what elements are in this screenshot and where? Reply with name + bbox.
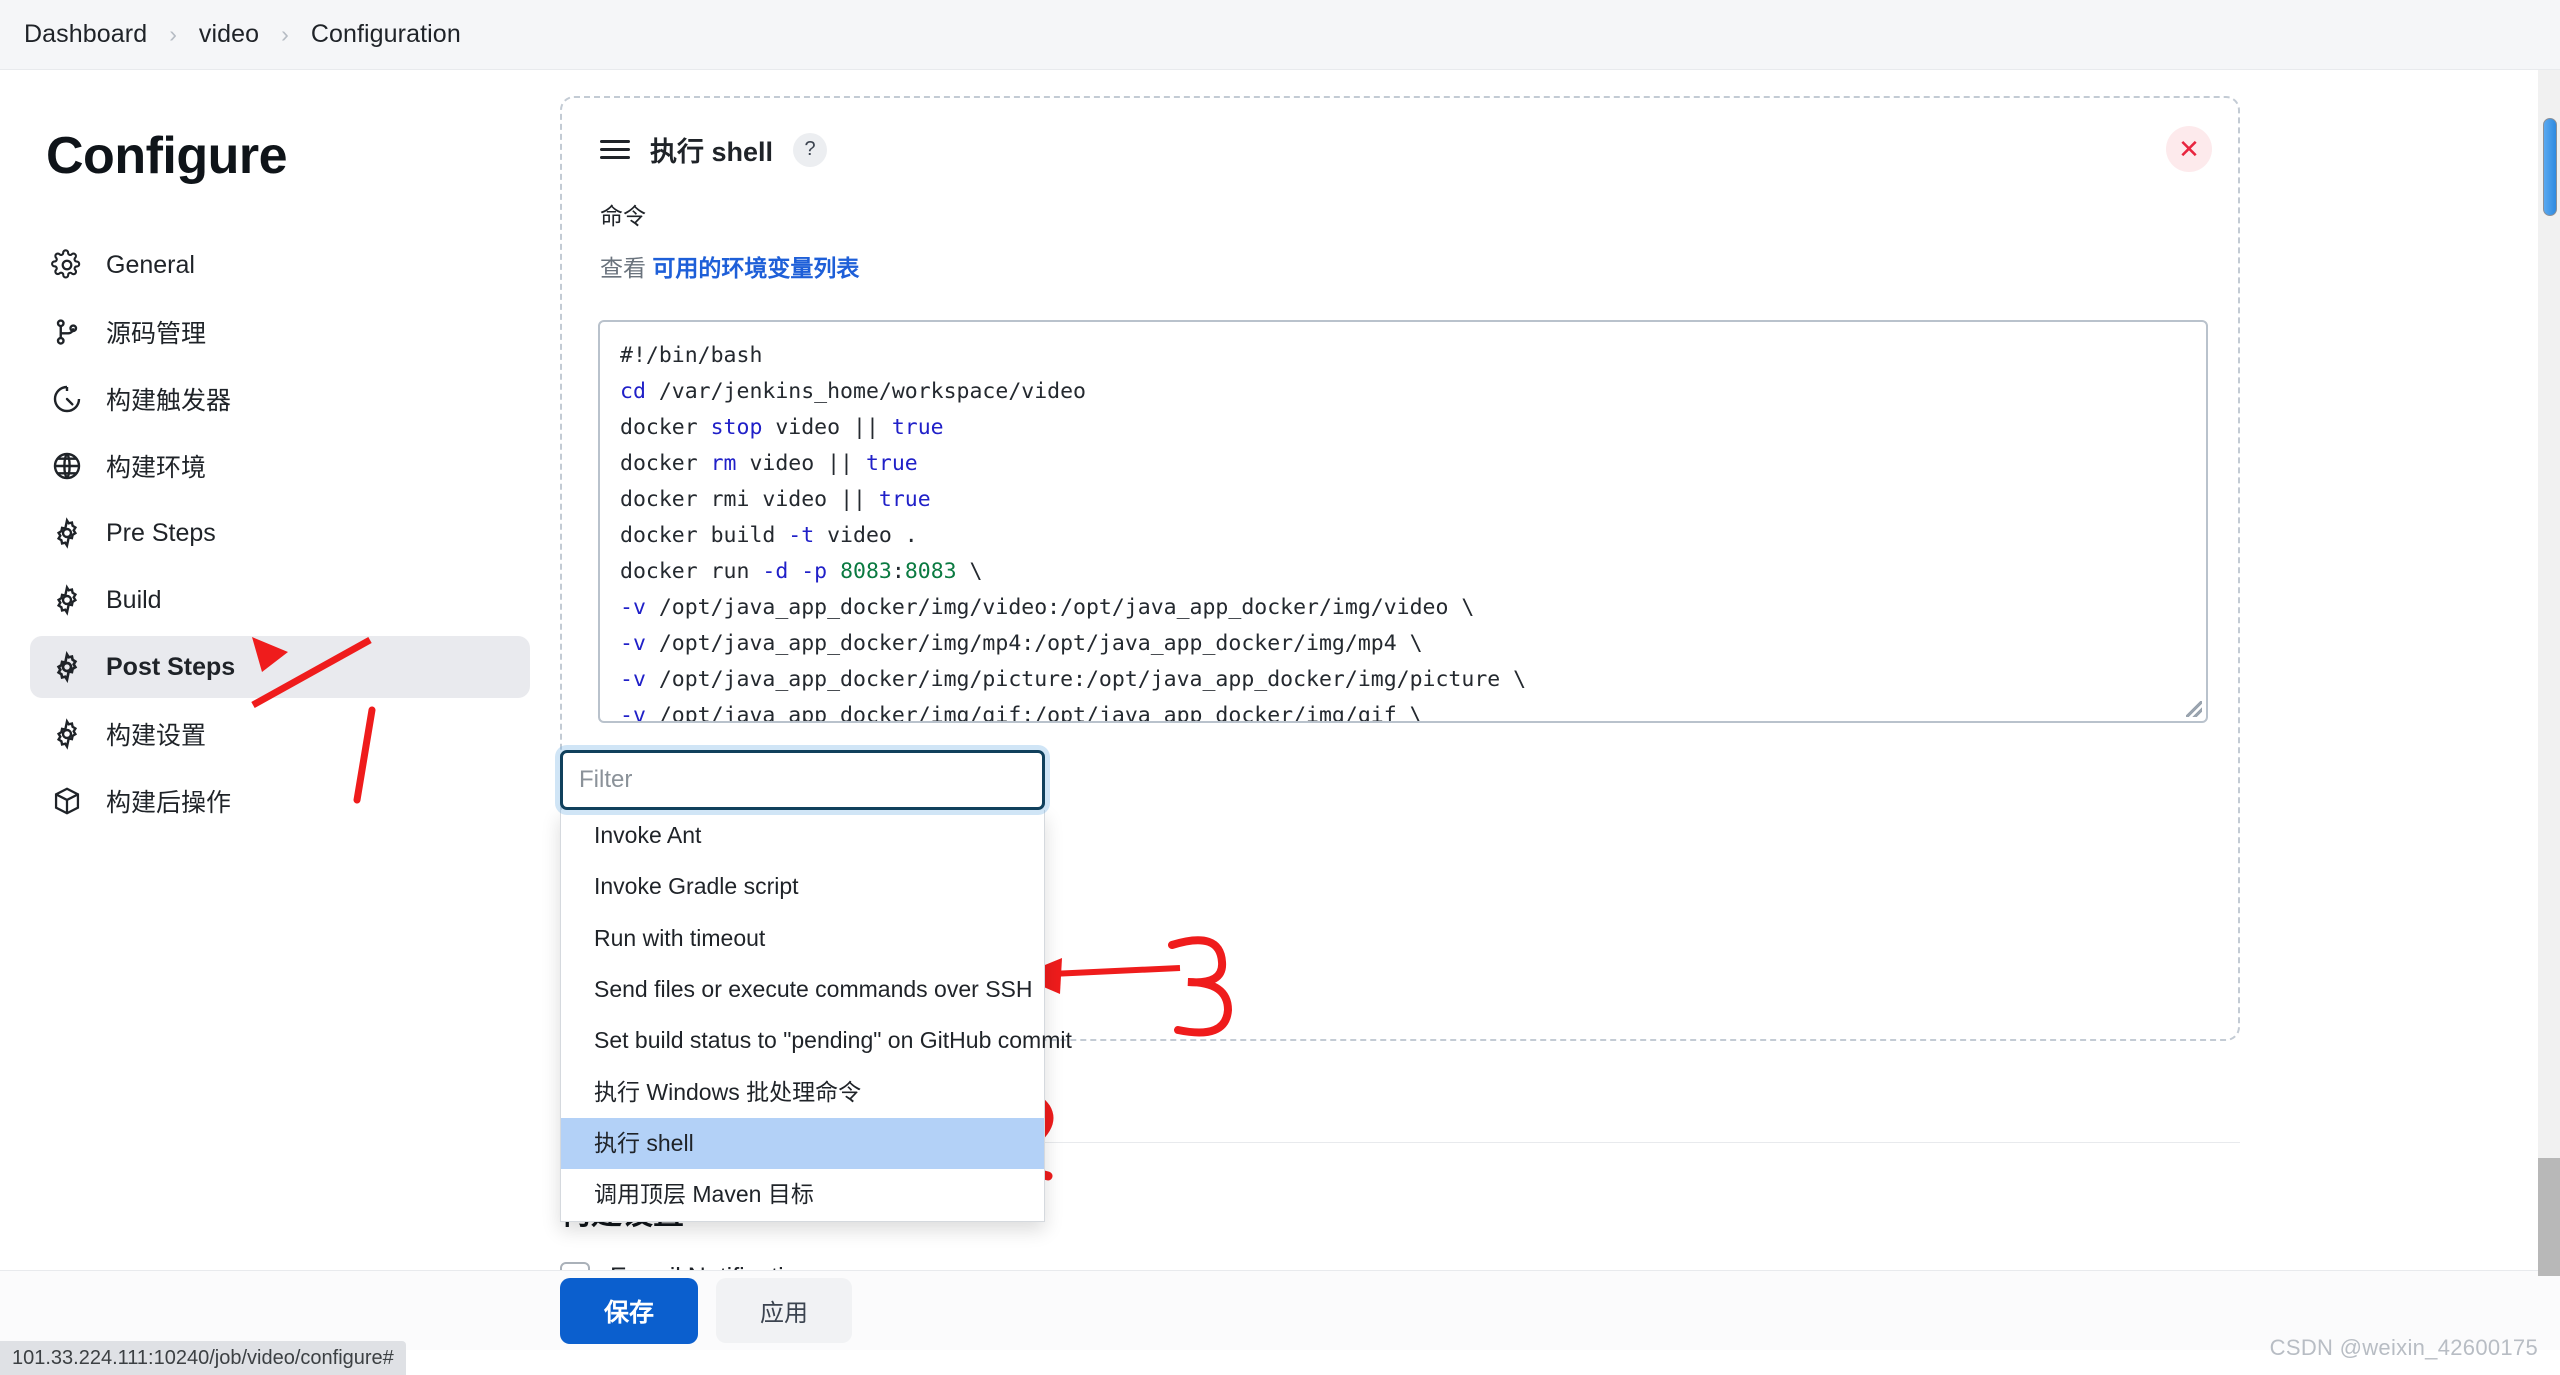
- page-scrollbar-track[interactable]: [2538, 70, 2560, 1275]
- sidebar-item-label: 构建设置: [106, 716, 206, 752]
- breadcrumb-item-dashboard[interactable]: Dashboard: [24, 20, 147, 49]
- env-variables-link[interactable]: 可用的环境变量列表: [652, 255, 859, 281]
- code-line: -v /opt/java_app_docker/img/mp4:/opt/jav…: [620, 626, 2206, 662]
- sidebar-item-label: 源码管理: [106, 314, 206, 350]
- main-content: 执行 shell ? ✕ 命令 查看 可用的环境变量列表 #!/bin/bash…: [560, 70, 2490, 1310]
- dropdown-menu: Invoke AntInvoke Gradle scriptRun with t…: [560, 810, 1045, 1222]
- sidebar-item-label: Post Steps: [106, 653, 235, 682]
- code-line: cd /var/jenkins_home/workspace/video: [620, 374, 2206, 410]
- sidebar-item-build[interactable]: Build: [30, 569, 530, 631]
- gear-icon: [50, 583, 84, 617]
- secondary-scrollbar-thumb[interactable]: [2538, 1158, 2560, 1276]
- env-variables-line: 查看 可用的环境变量列表: [562, 231, 2238, 283]
- form-action-bar: 保存 应用: [0, 1270, 2560, 1350]
- clock-icon: [50, 382, 84, 416]
- sidebar-item-pre-steps[interactable]: Pre Steps: [30, 502, 530, 564]
- sidebar-nav: General 源码管理 构建触发器 构建环境: [0, 234, 560, 832]
- shell-command-editor[interactable]: #!/bin/bashcd /var/jenkins_home/workspac…: [598, 320, 2208, 723]
- hamburger-icon[interactable]: [600, 140, 630, 159]
- gear-icon: [50, 650, 84, 684]
- sidebar: Configure General 源码管理 构建触发器: [0, 70, 560, 1310]
- step-card-title: 执行 shell: [650, 130, 773, 169]
- code-line: -v /opt/java_app_docker/img/video:/opt/j…: [620, 590, 2206, 626]
- breadcrumb-item-configuration[interactable]: Configuration: [311, 20, 461, 49]
- command-label: 命令: [562, 169, 2238, 231]
- box-icon: [50, 784, 84, 818]
- dropdown-menu-item[interactable]: Invoke Gradle script: [561, 861, 1044, 912]
- sidebar-item-post-steps[interactable]: Post Steps: [30, 636, 530, 698]
- gear-icon: [50, 248, 84, 282]
- save-button[interactable]: 保存: [560, 1278, 698, 1344]
- sidebar-item-build-triggers[interactable]: 构建触发器: [30, 368, 530, 430]
- code-line: docker stop video || true: [620, 410, 2206, 446]
- watermark: CSDN @weixin_42600175: [2270, 1335, 2538, 1361]
- breadcrumb-separator: ›: [281, 21, 289, 48]
- sidebar-item-label: General: [106, 251, 195, 280]
- apply-button[interactable]: 应用: [716, 1278, 852, 1343]
- code-line: -v /opt/java_app_docker/img/gif:/opt/jav…: [620, 698, 2206, 723]
- sidebar-item-build-settings[interactable]: 构建设置: [30, 703, 530, 765]
- sidebar-item-label: 构建后操作: [106, 783, 231, 819]
- code-line: docker build -t video .: [620, 518, 2206, 554]
- sidebar-item-label: 构建环境: [106, 448, 206, 484]
- browser-status-bar: 101.33.224.111:10240/job/video/configure…: [0, 1341, 406, 1375]
- globe-icon: [50, 449, 84, 483]
- filter-field-wrapper: [560, 750, 1045, 810]
- post-build-step-dropdown: Invoke AntInvoke Gradle scriptRun with t…: [560, 750, 1045, 1222]
- resize-handle[interactable]: [2186, 701, 2202, 717]
- dropdown-menu-item[interactable]: Set build status to "pending" on GitHub …: [561, 1015, 1044, 1066]
- close-icon[interactable]: ✕: [2166, 126, 2212, 172]
- sidebar-item-general[interactable]: General: [30, 234, 530, 296]
- sidebar-item-build-environment[interactable]: 构建环境: [30, 435, 530, 497]
- breadcrumb: Dashboard › video › Configuration: [0, 0, 2560, 70]
- help-icon[interactable]: ?: [793, 133, 827, 167]
- breadcrumb-item-video[interactable]: video: [199, 20, 259, 49]
- dropdown-menu-item[interactable]: Send files or execute commands over SSH: [561, 964, 1044, 1015]
- dropdown-menu-item[interactable]: 执行 shell: [561, 1118, 1044, 1169]
- dropdown-menu-item[interactable]: 执行 Windows 批处理命令: [561, 1067, 1044, 1118]
- dropdown-menu-item[interactable]: Invoke Ant: [561, 810, 1044, 861]
- page-title: Configure: [0, 70, 560, 186]
- step-card-header: 执行 shell ?: [562, 98, 2238, 169]
- dropdown-menu-item[interactable]: 调用顶层 Maven 目标: [561, 1169, 1044, 1220]
- gear-icon: [50, 516, 84, 550]
- status-bar-url: 101.33.224.111:10240/job/video/configure…: [12, 1347, 394, 1370]
- sidebar-item-source-code-management[interactable]: 源码管理: [30, 301, 530, 363]
- code-line: docker run -d -p 8083:8083 \: [620, 554, 2206, 590]
- dropdown-menu-item[interactable]: Run with timeout: [561, 913, 1044, 964]
- git-branch-icon: [50, 315, 84, 349]
- code-line: -v /opt/java_app_docker/img/picture:/opt…: [620, 662, 2206, 698]
- sidebar-item-label: 构建触发器: [106, 381, 231, 417]
- gear-icon: [50, 717, 84, 751]
- sidebar-item-post-build-actions[interactable]: 构建后操作: [30, 770, 530, 832]
- page-scrollbar-thumb[interactable]: [2543, 118, 2557, 216]
- breadcrumb-separator: ›: [169, 21, 177, 48]
- code-line: #!/bin/bash: [620, 338, 2206, 374]
- env-prefix: 查看: [600, 255, 646, 281]
- sidebar-item-label: Build: [106, 586, 162, 615]
- sidebar-item-label: Pre Steps: [106, 519, 216, 548]
- code-line: docker rmi video || true: [620, 482, 2206, 518]
- code-line: docker rm video || true: [620, 446, 2206, 482]
- filter-input[interactable]: [579, 766, 1026, 794]
